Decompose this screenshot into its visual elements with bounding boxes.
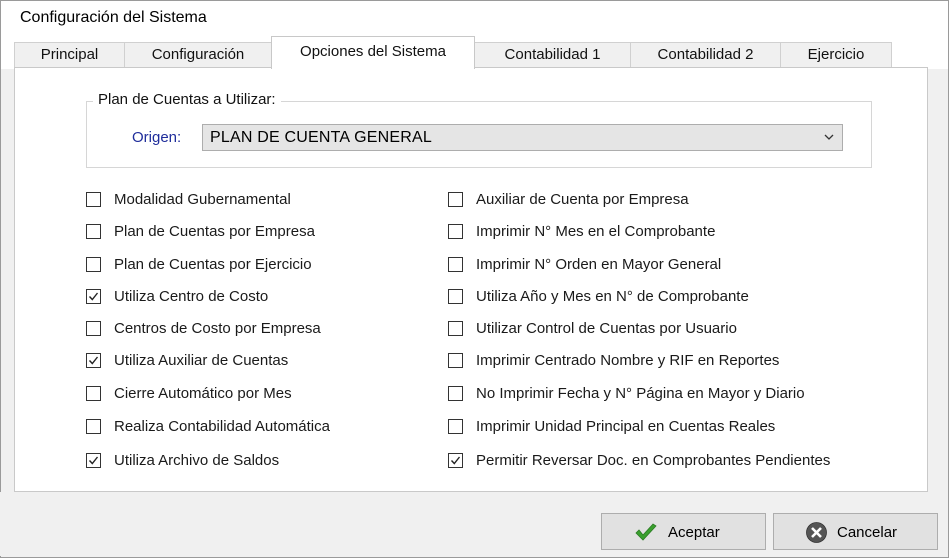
checkbox-checked[interactable] [86,289,101,304]
option-label: Utilizar Control de Cuentas por Usuario [476,320,737,337]
option-modalidad-gubernamental[interactable]: Modalidad Gubernamental [86,191,386,211]
checkbox[interactable] [86,257,101,272]
option-label: Centros de Costo por Empresa [114,320,321,337]
origen-select-value: PLAN DE CUENTA GENERAL [210,129,432,146]
check-icon [635,523,657,541]
option-utiliza-auxiliar-de-cuentas[interactable]: Utiliza Auxiliar de Cuentas [86,352,386,372]
option-utiliza-ano-mes-comprobante[interactable]: Utiliza Año y Mes en N° de Comprobante [448,288,888,308]
option-auxiliar-cuenta-por-empresa[interactable]: Auxiliar de Cuenta por Empresa [448,191,888,211]
checkbox-checked[interactable] [86,453,101,468]
checkbox[interactable] [448,321,463,336]
tab-configuracion[interactable]: Configuración [124,42,272,68]
checkbox[interactable] [448,419,463,434]
option-imprimir-mes-comprobante[interactable]: Imprimir N° Mes en el Comprobante [448,223,888,243]
option-imprimir-orden-mayor-general[interactable]: Imprimir N° Orden en Mayor General [448,256,888,276]
option-label: Plan de Cuentas por Empresa [114,223,315,240]
checkbox[interactable] [448,224,463,239]
origen-select[interactable]: PLAN DE CUENTA GENERAL [202,124,843,151]
tab-principal[interactable]: Principal [14,42,125,68]
checkbox-checked[interactable] [86,353,101,368]
option-control-cuentas-por-usuario[interactable]: Utilizar Control de Cuentas por Usuario [448,320,888,340]
option-imprimir-centrado-nombre-rif[interactable]: Imprimir Centrado Nombre y RIF en Report… [448,352,888,372]
checkbox[interactable] [86,224,101,239]
option-label: Plan de Cuentas por Ejercicio [114,256,312,273]
option-plan-cuentas-por-ejercicio[interactable]: Plan de Cuentas por Ejercicio [86,256,386,276]
option-label: Utiliza Auxiliar de Cuentas [114,352,289,369]
option-label: Imprimir N° Mes en el Comprobante [476,223,716,240]
checkmark-icon [88,456,99,465]
tab-ejercicio[interactable]: Ejercicio [780,42,892,68]
cancel-icon [806,522,827,543]
checkmark-icon [450,456,461,465]
checkbox[interactable] [86,321,101,336]
cancel-button-label: Cancelar [837,524,898,541]
checkbox[interactable] [448,257,463,272]
cancel-button[interactable]: Cancelar [773,513,938,550]
option-label: Utiliza Año y Mes en N° de Comprobante [476,288,749,305]
checkbox[interactable] [86,192,101,207]
title-bar[interactable]: Configuración del Sistema [1,1,948,35]
checkbox[interactable] [448,289,463,304]
tab-opciones-del-sistema[interactable]: Opciones del Sistema [271,36,475,69]
option-utiliza-centro-de-costo[interactable]: Utiliza Centro de Costo [86,288,386,308]
option-label: Cierre Automático por Mes [114,385,292,402]
option-imprimir-unidad-principal[interactable]: Imprimir Unidad Principal en Cuentas Rea… [448,418,888,438]
tab-contabilidad-1[interactable]: Contabilidad 1 [474,42,631,68]
option-label: Auxiliar de Cuenta por Empresa [476,191,689,208]
checkmark-icon [88,292,99,301]
option-label: Modalidad Gubernamental [114,191,291,208]
option-label: Utiliza Archivo de Saldos [114,452,280,469]
accept-button[interactable]: Aceptar [601,513,766,550]
option-label: Imprimir N° Orden en Mayor General [476,256,722,273]
tab-contabilidad-2[interactable]: Contabilidad 2 [630,42,781,68]
option-centros-costo-por-empresa[interactable]: Centros de Costo por Empresa [86,320,386,340]
option-utiliza-archivo-de-saldos[interactable]: Utiliza Archivo de Saldos [86,452,386,472]
checkbox[interactable] [448,192,463,207]
option-label: Imprimir Centrado Nombre y RIF en Report… [476,352,780,369]
window-title: Configuración del Sistema [20,9,207,26]
option-label: Permitir Reversar Doc. en Comprobantes P… [476,452,831,469]
origen-label: Origen: [132,129,182,146]
checkbox-checked[interactable] [448,453,463,468]
option-permitir-reversar-doc[interactable]: Permitir Reversar Doc. en Comprobantes P… [448,452,888,472]
chevron-down-icon [824,134,834,140]
checkmark-icon [88,356,99,365]
checkbox[interactable] [86,419,101,434]
checkbox[interactable] [86,386,101,401]
checkbox[interactable] [448,353,463,368]
option-realiza-contabilidad-automatica[interactable]: Realiza Contabilidad Automática [86,418,386,438]
option-label: No Imprimir Fecha y N° Página en Mayor y… [476,385,805,402]
checkbox[interactable] [448,386,463,401]
option-plan-cuentas-por-empresa[interactable]: Plan de Cuentas por Empresa [86,223,386,243]
option-label: Realiza Contabilidad Automática [114,418,330,435]
accept-button-label: Aceptar [668,524,720,541]
option-no-imprimir-fecha-pagina[interactable]: No Imprimir Fecha y N° Página en Mayor y… [448,385,888,405]
plan-cuentas-legend: Plan de Cuentas a Utilizar: [93,91,281,108]
option-label: Utiliza Centro de Costo [114,288,269,305]
option-label: Imprimir Unidad Principal en Cuentas Rea… [476,418,776,435]
option-cierre-automatico-por-mes[interactable]: Cierre Automático por Mes [86,385,386,405]
